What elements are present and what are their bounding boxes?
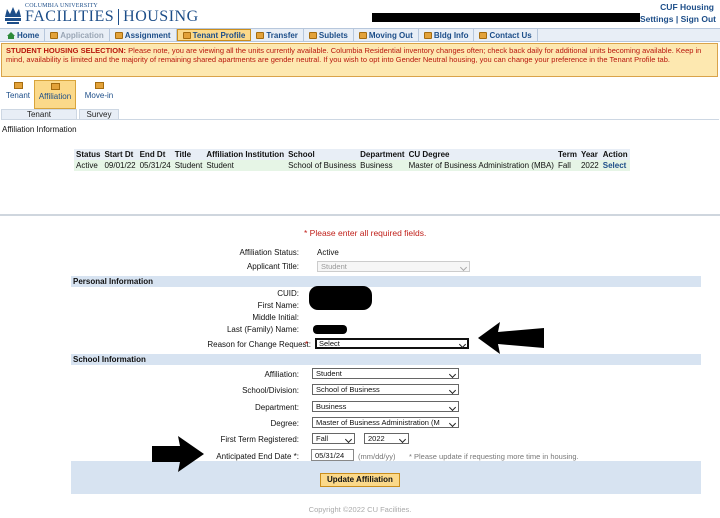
col-title: Title	[172, 149, 205, 160]
nav-assignment[interactable]: Assignment	[110, 29, 177, 41]
col-status: Status	[74, 149, 103, 160]
col-term: Term	[555, 149, 579, 160]
folder-icon	[94, 82, 104, 89]
nav-bldg-info[interactable]: Bldg Info	[419, 29, 475, 41]
applicant-title-label: Applicant Title:	[246, 262, 299, 271]
subtab-tenant[interactable]: Tenant	[1, 80, 35, 109]
first-term-label: First Term Registered:	[220, 435, 299, 444]
housing-alert: STUDENT HOUSING SELECTION: Please note, …	[1, 43, 718, 77]
page-title: Affiliation Information	[2, 125, 77, 134]
nav-contact-us[interactable]: Contact Us	[474, 29, 538, 41]
subtab-affiliation[interactable]: Affiliation	[34, 80, 76, 109]
first-year-select[interactable]: 2022	[364, 433, 409, 444]
affiliation-label: Affiliation:	[264, 370, 299, 379]
col-cu-degree: CU Degree	[406, 149, 556, 160]
folder-icon	[182, 31, 191, 39]
col-affiliation-institution: Affiliation Institution	[204, 149, 287, 160]
signout-link[interactable]: Sign Out	[681, 14, 716, 24]
end-date-input[interactable]: 05/31/24	[311, 449, 354, 461]
subtabs: Tenant Affiliation Move-in Tenant Survey	[1, 80, 719, 120]
nav-home[interactable]: Home	[2, 29, 46, 41]
divider	[0, 214, 720, 216]
folder-icon	[256, 31, 265, 39]
applicant-title-select[interactable]: Student	[317, 261, 470, 272]
affiliation-status-value: Active	[317, 248, 339, 257]
personal-info-header: Personal Information	[71, 276, 701, 287]
settings-link[interactable]: Settings	[640, 14, 674, 24]
department-select[interactable]: Business	[312, 401, 459, 412]
school-select[interactable]: School of Business	[312, 384, 459, 395]
nav-sublets[interactable]: Sublets	[304, 29, 354, 41]
affiliation-select[interactable]: Student	[312, 368, 459, 379]
home-icon	[7, 31, 15, 39]
logo-housing: HOUSING	[123, 8, 199, 25]
arrow-left-icon	[478, 322, 544, 354]
table-row: Active 09/01/22 05/31/24 Student Student…	[74, 160, 630, 171]
table-header-row: Status Start Dt End Dt Title Affiliation…	[74, 149, 630, 160]
affiliation-table: Status Start Dt End Dt Title Affiliation…	[74, 149, 630, 171]
user-label: CUF Housing	[660, 2, 714, 12]
end-date-hint: * Please update if requesting more time …	[409, 452, 579, 461]
end-date-format: (mm/dd/yy)	[358, 452, 396, 461]
end-date-label: Anticipated End Date *:	[216, 452, 299, 461]
department-label: Department:	[254, 403, 299, 412]
reason-required-mark: *	[305, 340, 309, 349]
col-department: Department	[358, 149, 407, 160]
degree-select[interactable]: Master of Business Administration (M	[312, 417, 459, 428]
header: COLUMBIA UNIVERSITY FACILITIES HOUSING CU…	[0, 0, 720, 28]
first-name-label: First Name:	[257, 301, 299, 310]
main-nav: Home Application Assignment Tenant Profi…	[0, 28, 720, 42]
footer: Copyright ©2022 CU Facilities.	[308, 505, 412, 514]
degree-label: Degree:	[270, 419, 299, 428]
page: COLUMBIA UNIVERSITY FACILITIES HOUSING CU…	[0, 0, 720, 518]
nav-tenant-profile[interactable]: Tenant Profile	[176, 29, 252, 41]
folder-icon	[50, 31, 59, 39]
affiliation-status-label: Affiliation Status:	[239, 248, 299, 257]
folder-icon	[423, 31, 432, 39]
folder-icon	[308, 31, 317, 39]
required-note: * Please enter all required fields.	[304, 228, 427, 238]
folder-icon	[50, 83, 60, 90]
middle-initial-label: Middle Initial:	[252, 313, 299, 322]
nav-moving-out[interactable]: Moving Out	[354, 29, 419, 41]
arrow-right-icon	[152, 436, 204, 472]
subtab-group-survey: Survey	[79, 109, 119, 120]
redacted-last-name	[313, 325, 347, 334]
reason-select[interactable]: Select	[315, 338, 469, 349]
top-links: Settings | Sign Out	[639, 14, 716, 24]
update-affiliation-button[interactable]: Update Affiliation	[320, 473, 400, 487]
select-link[interactable]: Select	[600, 160, 630, 171]
folder-icon	[114, 31, 123, 39]
subtab-group-tenant: Tenant	[1, 109, 77, 120]
reason-label: Reason for Change Request:	[207, 340, 311, 349]
col-end-dt: End Dt	[137, 149, 173, 160]
redacted-cuid-name	[309, 286, 372, 310]
nav-transfer[interactable]: Transfer	[251, 29, 304, 41]
logo[interactable]: COLUMBIA UNIVERSITY FACILITIES HOUSING	[4, 3, 199, 25]
alert-lead: STUDENT HOUSING SELECTION:	[6, 46, 127, 55]
col-school: School	[286, 149, 359, 160]
redacted-name	[372, 13, 640, 22]
subtab-movein[interactable]: Move-in	[80, 80, 118, 109]
nav-application[interactable]: Application	[45, 29, 110, 41]
folder-icon	[13, 82, 23, 89]
first-term-select[interactable]: Fall	[312, 433, 355, 444]
col-year: Year	[578, 149, 601, 160]
school-info-header: School Information	[71, 354, 701, 365]
folder-icon	[358, 31, 367, 39]
cuid-label: CUID:	[277, 289, 299, 298]
last-name-label: Last (Family) Name:	[226, 325, 299, 334]
col-start-dt: Start Dt	[102, 149, 138, 160]
crown-logo-icon	[5, 7, 21, 24]
logo-facilities: FACILITIES	[25, 8, 115, 25]
school-label: School/Division:	[242, 386, 299, 395]
folder-icon	[479, 31, 488, 39]
col-action: Action	[600, 149, 630, 160]
